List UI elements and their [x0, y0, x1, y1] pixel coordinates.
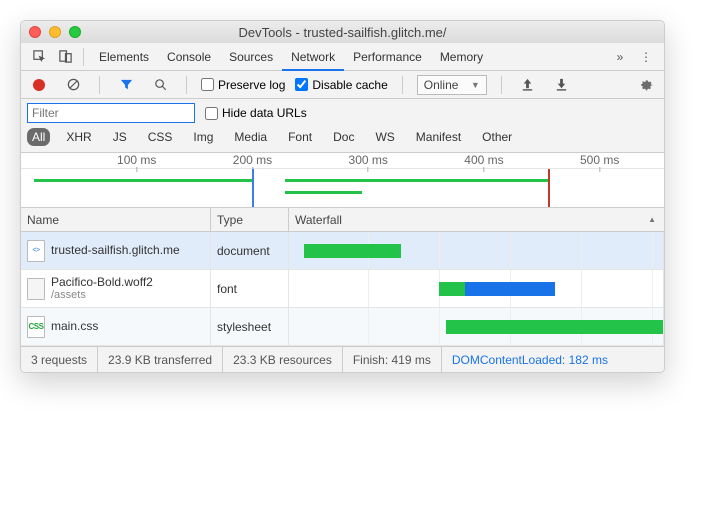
- table-row[interactable]: Pacifico-Bold.woff2/assetsfont: [21, 270, 664, 308]
- window-title: DevTools - trusted-sailfish.glitch.me/: [21, 25, 664, 40]
- tabs-bar: ElementsConsoleSourcesNetworkPerformance…: [21, 43, 664, 71]
- filter-type-other[interactable]: Other: [477, 128, 517, 146]
- request-name: Pacifico-Bold.woff2: [51, 275, 153, 289]
- disable-cache-checkbox[interactable]: Disable cache: [295, 78, 387, 92]
- col-waterfall[interactable]: Waterfall▲: [289, 208, 664, 231]
- more-tabs-icon[interactable]: »: [608, 46, 632, 68]
- filter-type-doc[interactable]: Doc: [328, 128, 359, 146]
- tab-console[interactable]: Console: [158, 43, 220, 71]
- request-type: document: [211, 232, 289, 269]
- tab-memory[interactable]: Memory: [431, 43, 492, 71]
- request-name: trusted-sailfish.glitch.me: [51, 243, 180, 257]
- filter-type-xhr[interactable]: XHR: [61, 128, 96, 146]
- upload-har-icon[interactable]: [516, 74, 540, 96]
- tab-network[interactable]: Network: [282, 43, 344, 71]
- table-header: Name Type Waterfall▲: [21, 208, 664, 232]
- filter-type-font[interactable]: Font: [283, 128, 317, 146]
- status-dcl: DOMContentLoaded: 182 ms: [442, 347, 618, 372]
- status-requests: 3 requests: [21, 347, 98, 372]
- download-har-icon[interactable]: [550, 74, 574, 96]
- clear-button[interactable]: [61, 74, 85, 96]
- table-row[interactable]: <>trusted-sailfish.glitch.medocument: [21, 232, 664, 270]
- settings-gear-icon[interactable]: [634, 74, 658, 96]
- tab-sources[interactable]: Sources: [220, 43, 282, 71]
- filter-type-ws[interactable]: WS: [370, 128, 399, 146]
- throttling-select[interactable]: Online▼: [417, 75, 487, 95]
- filter-type-manifest[interactable]: Manifest: [411, 128, 466, 146]
- disable-cache-label: Disable cache: [312, 78, 387, 92]
- preserve-log-checkbox[interactable]: Preserve log: [201, 78, 285, 92]
- preserve-log-label: Preserve log: [218, 78, 285, 92]
- request-type: font: [211, 270, 289, 307]
- kebab-menu-icon[interactable]: ⋮: [634, 46, 658, 68]
- search-icon[interactable]: [148, 74, 172, 96]
- table-row[interactable]: CSSmain.cssstylesheet: [21, 308, 664, 346]
- titlebar: DevTools - trusted-sailfish.glitch.me/: [21, 21, 664, 43]
- inspect-element-icon[interactable]: [27, 46, 51, 68]
- filter-type-img[interactable]: Img: [188, 128, 218, 146]
- status-transferred: 23.9 KB transferred: [98, 347, 223, 372]
- timeline-overview[interactable]: 100 ms200 ms300 ms400 ms500 ms: [21, 153, 664, 208]
- filter-type-media[interactable]: Media: [229, 128, 272, 146]
- col-name[interactable]: Name: [21, 208, 211, 231]
- request-name: main.css: [51, 319, 98, 333]
- status-resources: 23.3 KB resources: [223, 347, 343, 372]
- tab-elements[interactable]: Elements: [90, 43, 158, 71]
- filter-type-js[interactable]: JS: [108, 128, 132, 146]
- status-bar: 3 requests 23.9 KB transferred 23.3 KB r…: [21, 346, 664, 372]
- filter-type-css[interactable]: CSS: [143, 128, 178, 146]
- request-type: stylesheet: [211, 308, 289, 345]
- network-toolbar: Preserve log Disable cache Online▼: [21, 71, 664, 99]
- filter-input[interactable]: [27, 103, 195, 123]
- filter-icon[interactable]: [114, 74, 138, 96]
- filter-type-all[interactable]: All: [27, 128, 50, 146]
- status-finish: Finish: 419 ms: [343, 347, 442, 372]
- record-button[interactable]: [27, 74, 51, 96]
- tab-performance[interactable]: Performance: [344, 43, 431, 71]
- col-type[interactable]: Type: [211, 208, 289, 231]
- device-toolbar-icon[interactable]: [53, 46, 77, 68]
- hide-data-urls-checkbox[interactable]: Hide data URLs: [205, 106, 307, 120]
